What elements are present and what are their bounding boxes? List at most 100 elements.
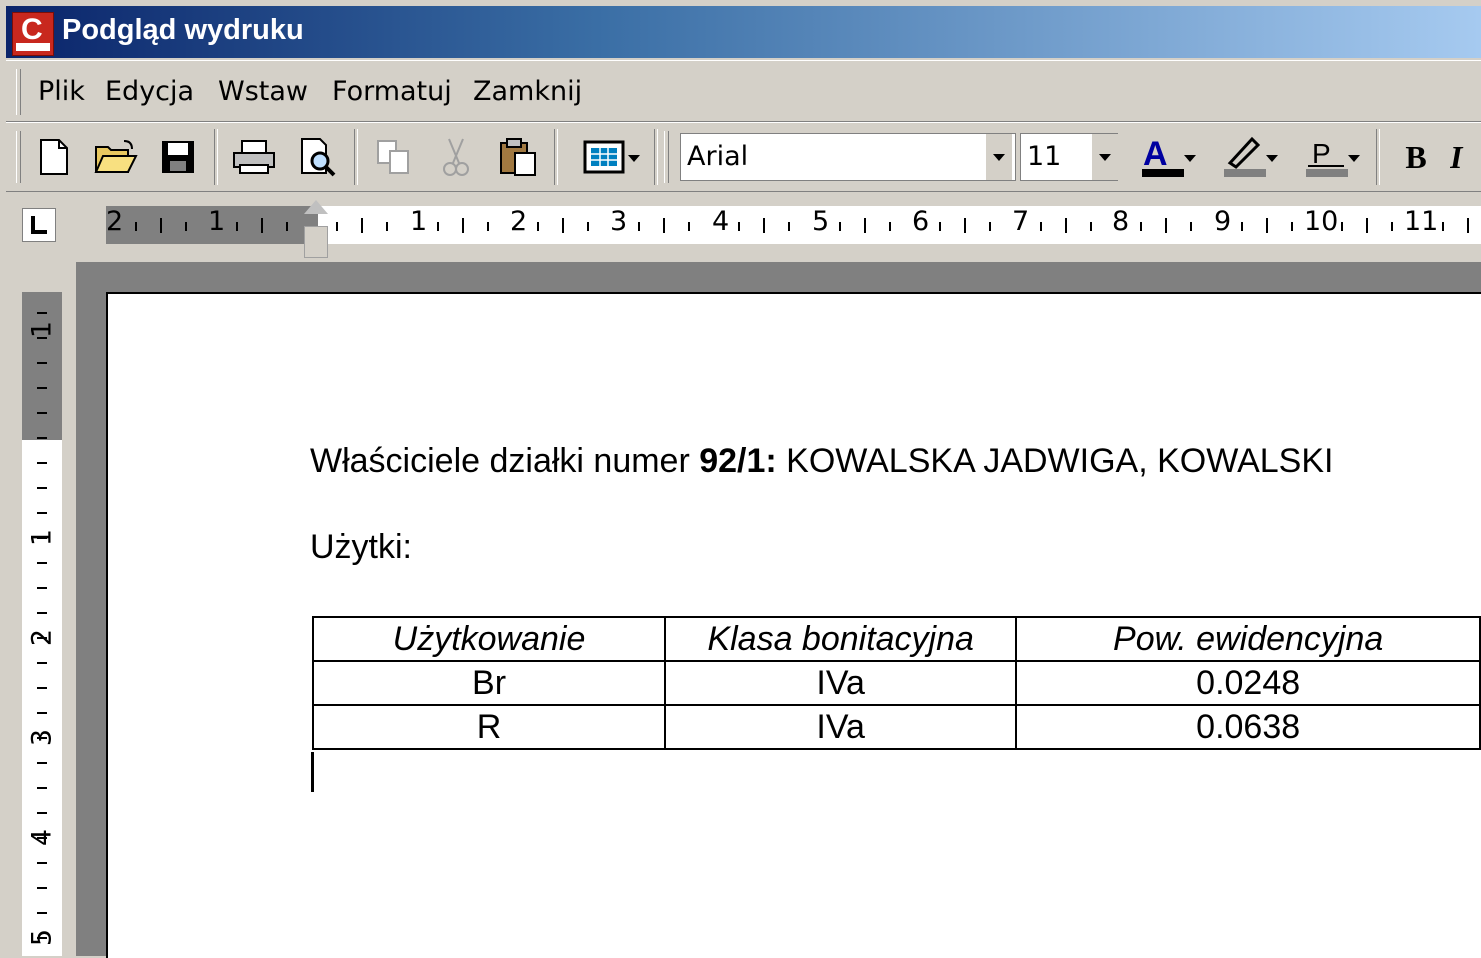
bold-button[interactable]: B	[1390, 131, 1442, 183]
ruler-tick	[763, 218, 765, 233]
open-button[interactable]	[90, 131, 142, 183]
save-button[interactable]	[152, 131, 204, 183]
ruler-number: 11	[1404, 206, 1439, 237]
ruler-tick	[1140, 222, 1142, 231]
paste-icon	[500, 138, 536, 176]
font-size-dropdown[interactable]	[1092, 134, 1118, 180]
ruler-tick	[37, 637, 47, 639]
ruler-tick	[989, 222, 991, 231]
first-line-indent-marker[interactable]	[304, 200, 328, 214]
toolbar-separator	[1376, 129, 1380, 185]
font-name-dropdown[interactable]	[986, 134, 1012, 180]
ruler-tick	[436, 222, 439, 231]
cut-button[interactable]	[430, 131, 482, 183]
menu-wstaw[interactable]: Wstaw	[218, 76, 308, 107]
ruler-number: 4	[712, 206, 730, 237]
ruler-tick	[562, 218, 564, 233]
toolbar-separator	[354, 129, 358, 185]
menu-zamknij[interactable]: Zamknij	[473, 76, 582, 107]
ruler-number: 1	[208, 206, 226, 237]
highlight-button[interactable]	[1210, 131, 1280, 183]
tab-stop-selector[interactable]	[22, 208, 56, 242]
ruler-tick	[37, 487, 47, 489]
copy-icon	[377, 140, 409, 174]
menu-edycja[interactable]: Edycja	[105, 76, 194, 107]
new-document-button[interactable]	[28, 131, 80, 183]
ruler-top-margin	[22, 292, 62, 440]
ruler-number: 10	[1304, 206, 1339, 237]
ruler-tick	[863, 218, 866, 233]
ruler-tick	[37, 537, 47, 539]
table-row: R IVa 0.0638	[311, 704, 1481, 750]
ruler-tick	[37, 737, 47, 739]
ruler-tick	[37, 462, 47, 464]
menu-grip[interactable]	[16, 69, 21, 115]
table-button[interactable]	[566, 131, 642, 183]
ruler-tick	[637, 222, 640, 231]
chevron-down-icon	[1266, 155, 1278, 162]
left-indent-marker[interactable]	[304, 226, 328, 258]
ruler-tick	[1391, 222, 1393, 231]
toolbar-separator	[214, 129, 218, 185]
ruler-tick	[537, 222, 539, 231]
ruler-number: 1	[410, 206, 428, 237]
ruler-number: 2	[106, 206, 124, 237]
ruler-tick	[37, 837, 47, 839]
ruler-tick	[37, 662, 47, 664]
menu-plik[interactable]: Plik	[38, 76, 85, 107]
table-row: Br IVa 0.0248	[311, 660, 1481, 706]
svg-text:A: A	[1143, 135, 1168, 173]
table-cell: IVa	[664, 704, 1018, 750]
ruler-tick	[1064, 218, 1067, 233]
paragraph-color-button[interactable]: P	[1292, 131, 1362, 183]
menu-formatuj[interactable]: Formatuj	[332, 76, 452, 107]
ruler-tick	[37, 937, 47, 939]
toolbar-grip[interactable]	[16, 131, 21, 183]
print-preview-icon	[301, 138, 336, 177]
vertical-ruler[interactable]: 1 1 2 3 4 5	[22, 292, 62, 956]
ruler-tick	[687, 222, 690, 231]
chevron-down-icon	[1099, 153, 1111, 161]
paragraph-color-icon: P	[1306, 138, 1348, 177]
ruler-tick	[37, 887, 47, 889]
new-document-icon	[40, 139, 68, 175]
owners-line: Właściciele działki numer 92/1: KOWALSKA…	[310, 442, 1333, 481]
ruler-tick	[1039, 222, 1042, 231]
font-color-icon: A	[1142, 135, 1184, 177]
ruler-tick	[37, 612, 47, 614]
ruler-tick	[1165, 218, 1167, 233]
paste-button[interactable]	[492, 131, 544, 183]
ruler-tick	[285, 222, 288, 231]
cut-icon	[443, 138, 469, 176]
ruler-tick	[37, 512, 47, 514]
ruler-number: 5	[812, 206, 830, 237]
ruler-tick	[1240, 222, 1243, 231]
italic-button[interactable]: I	[1450, 131, 1481, 183]
ruler-tick	[1441, 222, 1444, 231]
window-title: Podgląd wydruku	[62, 14, 304, 46]
app-icon: C	[12, 12, 54, 56]
ruler-tick	[587, 222, 589, 231]
font-name-select[interactable]: Arial	[680, 133, 1016, 181]
title-bar: C Podgląd wydruku	[6, 6, 1481, 58]
toolbar-grip[interactable]	[664, 131, 669, 183]
ruler-tick	[37, 337, 47, 339]
ruler-tick	[662, 218, 665, 233]
ruler-tick	[37, 362, 47, 364]
ruler-tick	[386, 222, 388, 231]
font-color-button[interactable]: A	[1128, 131, 1198, 183]
ruler-tick	[788, 222, 790, 231]
text-cursor	[311, 752, 314, 792]
table-header-cell: Klasa bonitacyjna	[664, 616, 1018, 662]
chevron-down-icon	[993, 153, 1005, 161]
print-button[interactable]	[228, 131, 280, 183]
ruler-tick	[964, 218, 966, 233]
ruler-tick	[738, 222, 740, 231]
ruler-number: 6	[912, 206, 930, 237]
copy-button[interactable]	[368, 131, 420, 183]
print-preview-button[interactable]	[292, 131, 344, 183]
table-header-cell: Użytkowanie	[311, 616, 667, 662]
ruler-tick	[37, 762, 47, 764]
ruler-tick	[37, 712, 47, 714]
open-folder-icon	[94, 140, 138, 173]
